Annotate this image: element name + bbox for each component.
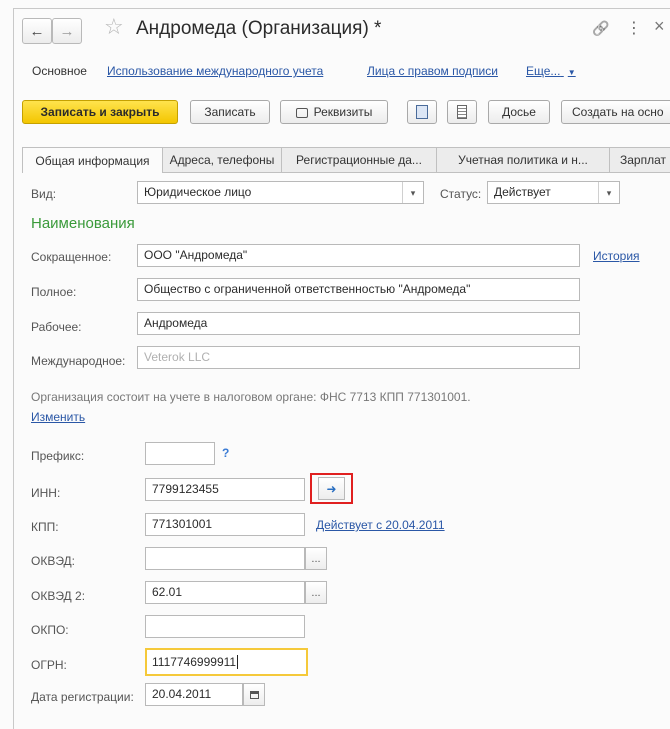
arrow-left-icon: ←	[29, 22, 45, 40]
intl-name-field[interactable]: Veterok LLC	[137, 346, 580, 369]
inn-label: ИНН:	[31, 486, 61, 500]
okved-label: ОКВЭД:	[31, 554, 76, 568]
close-icon[interactable]: ×	[654, 16, 665, 37]
dropdown-arrow-icon[interactable]: ▾	[598, 182, 619, 203]
kpp-field[interactable]: 771301001	[145, 513, 305, 536]
short-name-label: Сокращенное:	[31, 250, 112, 264]
requisites-button[interactable]: Реквизиты	[280, 100, 388, 124]
vid-label: Вид:	[31, 187, 57, 201]
tab-registration[interactable]: Регистрационные да...	[281, 147, 437, 172]
tax-info-text: Организация состоит на учете в налоговом…	[31, 390, 471, 404]
tab-accounting-policy[interactable]: Учетная политика и н...	[436, 147, 610, 172]
change-tax-link[interactable]: Изменить	[31, 410, 85, 424]
dossier-button[interactable]: Досье	[488, 100, 550, 124]
status-select[interactable]: Действует ▾	[487, 181, 620, 204]
nav-more[interactable]: Еще... ▼	[526, 64, 576, 78]
vid-value: Юридическое лицо	[144, 185, 252, 199]
okved2-select-button[interactable]: ...	[305, 581, 327, 604]
kpp-label: КПП:	[31, 520, 59, 534]
reg-date-field[interactable]: 20.04.2011	[145, 683, 243, 706]
chevron-down-icon: ▼	[567, 68, 576, 77]
full-name-field[interactable]: Общество с ограниченной ответственностью…	[137, 278, 580, 301]
tab-addresses[interactable]: Адреса, телефоны	[162, 147, 282, 172]
okved2-field[interactable]: 62.01	[145, 581, 305, 604]
page-title: Андромеда (Организация) *	[136, 18, 382, 39]
tab-salary[interactable]: Зарплат	[609, 147, 670, 172]
nav-signers[interactable]: Лица с правом подписи	[367, 64, 498, 78]
calendar-button[interactable]	[243, 683, 265, 706]
save-button[interactable]: Записать	[190, 100, 270, 124]
nav-intl-accounting[interactable]: Использование международного учета	[107, 64, 323, 78]
intl-name-label: Международное:	[31, 354, 126, 368]
work-name-label: Рабочее:	[31, 320, 82, 334]
more-vertical-icon[interactable]: ⋮	[626, 18, 642, 38]
text-cursor	[237, 655, 239, 669]
short-name-field[interactable]: ООО "Андромеда"	[137, 244, 580, 267]
nav-main[interactable]: Основное	[32, 64, 87, 78]
document-copy-icon	[416, 105, 428, 119]
report-icon	[457, 105, 467, 119]
prefix-field[interactable]	[145, 442, 215, 465]
requisites-label: Реквизиты	[313, 105, 373, 119]
okved-field[interactable]	[145, 547, 305, 570]
vid-select[interactable]: Юридическое лицо ▾	[137, 181, 424, 204]
status-label: Статус:	[440, 187, 482, 201]
work-name-field[interactable]: Андромеда	[137, 312, 580, 335]
reg-date-label: Дата регистрации:	[31, 690, 134, 704]
ogrn-value: 1117746999911	[152, 655, 237, 669]
create-based-button[interactable]: Создать на осно	[561, 100, 670, 124]
back-button[interactable]: ←	[22, 18, 52, 44]
prefix-label: Префикс:	[31, 449, 85, 463]
section-names-heading: Наименования	[31, 215, 135, 232]
full-name-label: Полное:	[31, 285, 77, 299]
help-icon[interactable]: ?	[222, 446, 229, 460]
tab-general[interactable]: Общая информация	[22, 147, 163, 173]
ogrn-label: ОГРН:	[31, 658, 67, 672]
fill-by-inn-button[interactable]: ➜	[318, 477, 345, 500]
inn-field[interactable]: 7799123455	[145, 478, 305, 501]
calendar-icon	[249, 690, 259, 699]
okved2-label: ОКВЭД 2:	[31, 589, 86, 603]
kpp-history-link[interactable]: Действует с 20.04.2011	[316, 518, 445, 532]
okved-select-button[interactable]: ...	[305, 547, 327, 570]
copy-doc-button[interactable]	[407, 100, 437, 124]
status-value: Действует	[494, 185, 551, 199]
dropdown-arrow-icon[interactable]: ▾	[402, 182, 423, 203]
report-button[interactable]	[447, 100, 477, 124]
redo-arrow-icon: ➜	[326, 481, 337, 496]
nav-more-label: Еще...	[526, 64, 561, 78]
forward-button[interactable]: →	[52, 18, 82, 44]
history-link[interactable]: История	[593, 249, 640, 263]
arrow-right-icon: →	[59, 22, 75, 40]
star-icon[interactable]: ☆	[104, 14, 124, 40]
okpo-field[interactable]	[145, 615, 305, 638]
printer-icon	[295, 108, 308, 118]
ogrn-field[interactable]: 1117746999911	[145, 648, 308, 676]
okpo-label: ОКПО:	[31, 623, 69, 637]
link-icon[interactable]: 🔗	[592, 20, 609, 37]
save-close-button[interactable]: Записать и закрыть	[22, 100, 178, 124]
